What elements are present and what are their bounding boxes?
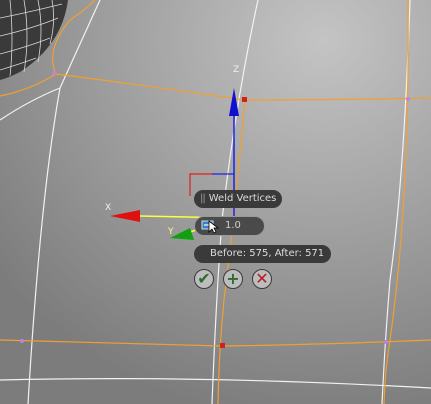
apply-and-continue-button[interactable]: + (223, 269, 243, 289)
plus-icon: + (226, 269, 240, 288)
weld-threshold-field[interactable]: 1.0 (194, 216, 265, 236)
weld-threshold-value[interactable]: 1.0 (225, 217, 241, 235)
drag-handle-icon[interactable]: || (200, 193, 206, 204)
weld-vertex-count: Before: 575, After: 571 (194, 245, 331, 263)
checkmark-icon: ✔ (197, 269, 211, 288)
z-axis-label: Z (233, 65, 239, 75)
close-icon: ✕ (255, 269, 269, 288)
ok-button[interactable]: ✔ (194, 269, 214, 289)
mouse-cursor-icon (208, 220, 220, 234)
weld-caddy-title[interactable]: || Weld Vertices (194, 190, 282, 208)
cancel-button[interactable]: ✕ (252, 269, 272, 289)
y-axis-label: Y (167, 227, 174, 237)
x-axis-label: X (105, 203, 111, 213)
caddy-title-text: Weld Vertices (208, 193, 277, 204)
